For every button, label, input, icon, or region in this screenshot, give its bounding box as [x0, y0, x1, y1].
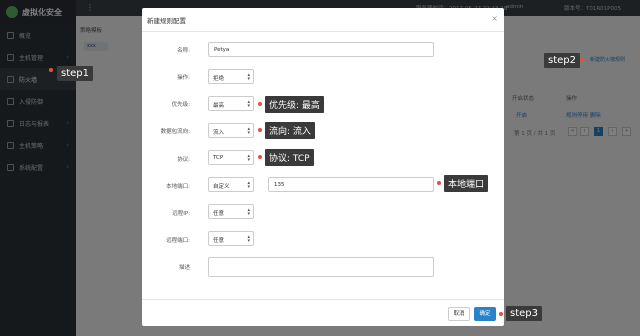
name-label: 名称: [177, 48, 190, 54]
step2-annotation: step2 [544, 53, 580, 68]
direction-annotation: 流向: 流入 [265, 122, 315, 139]
protocol-select[interactable]: TCP ▴ ▾ [208, 150, 254, 165]
protocol-label: 协议: [177, 157, 190, 163]
protocol-annotation: 协议: TCP [265, 149, 314, 166]
local-port-label: 本地端口: [166, 184, 190, 190]
remote-port-select[interactable]: 任意 ▴ ▾ [208, 231, 254, 246]
select-arrow-icon: ▴ ▾ [247, 153, 250, 163]
direction-label: 数据包流向: [160, 129, 190, 135]
select-arrow-icon: ▴ ▾ [247, 234, 250, 244]
select-arrow-icon: ▴ ▾ [247, 99, 250, 109]
name-input[interactable]: Petya [208, 42, 434, 57]
close-icon[interactable]: × [491, 14, 498, 23]
remote-ip-select[interactable]: 任意 ▴ ▾ [208, 204, 254, 219]
local-port-marker [437, 181, 441, 185]
local-port-annotation: 本地端口 [444, 175, 489, 192]
step2-marker [580, 58, 584, 62]
select-arrow-icon: ▴ ▾ [247, 207, 250, 217]
cancel-button[interactable]: 取消 [448, 307, 470, 321]
priority-label: 优先级: [171, 102, 190, 108]
dialog-title: 新建规则配置 [142, 8, 504, 32]
step1-marker [49, 68, 53, 72]
protocol-marker [258, 155, 262, 159]
direction-marker [258, 128, 262, 132]
step1-annotation: step1 [57, 66, 93, 81]
local-port-input[interactable]: 135 [268, 177, 434, 192]
step3-marker [499, 312, 503, 316]
select-arrow-icon: ▴ ▾ [247, 126, 250, 136]
rule-config-dialog: 新建规则配置 × 名称: Petya 操作: 拒绝 ▴ ▾ 优先级: 最高 ▴ ▾ 数据… [142, 8, 504, 326]
dialog-footer [142, 299, 504, 300]
select-arrow-icon: ▴ ▾ [247, 72, 250, 82]
description-label: 描述 [178, 265, 190, 271]
direction-select[interactable]: 流入 ▴ ▾ [208, 123, 254, 138]
action-select[interactable]: 拒绝 ▴ ▾ [208, 69, 254, 84]
priority-annotation: 优先级: 最高 [265, 96, 324, 113]
remote-port-label: 远程端口: [166, 238, 190, 244]
step3-annotation: step3 [506, 306, 542, 321]
priority-marker [258, 102, 262, 106]
remote-ip-label: 远程IP: [172, 211, 190, 217]
select-arrow-icon: ▴ ▾ [247, 180, 250, 190]
description-textarea[interactable] [208, 257, 434, 277]
action-label: 操作: [177, 75, 190, 81]
local-port-mode-select[interactable]: 自定义 ▴ ▾ [208, 177, 254, 192]
priority-select[interactable]: 最高 ▴ ▾ [208, 96, 254, 111]
confirm-button[interactable]: 确定 [474, 307, 496, 321]
